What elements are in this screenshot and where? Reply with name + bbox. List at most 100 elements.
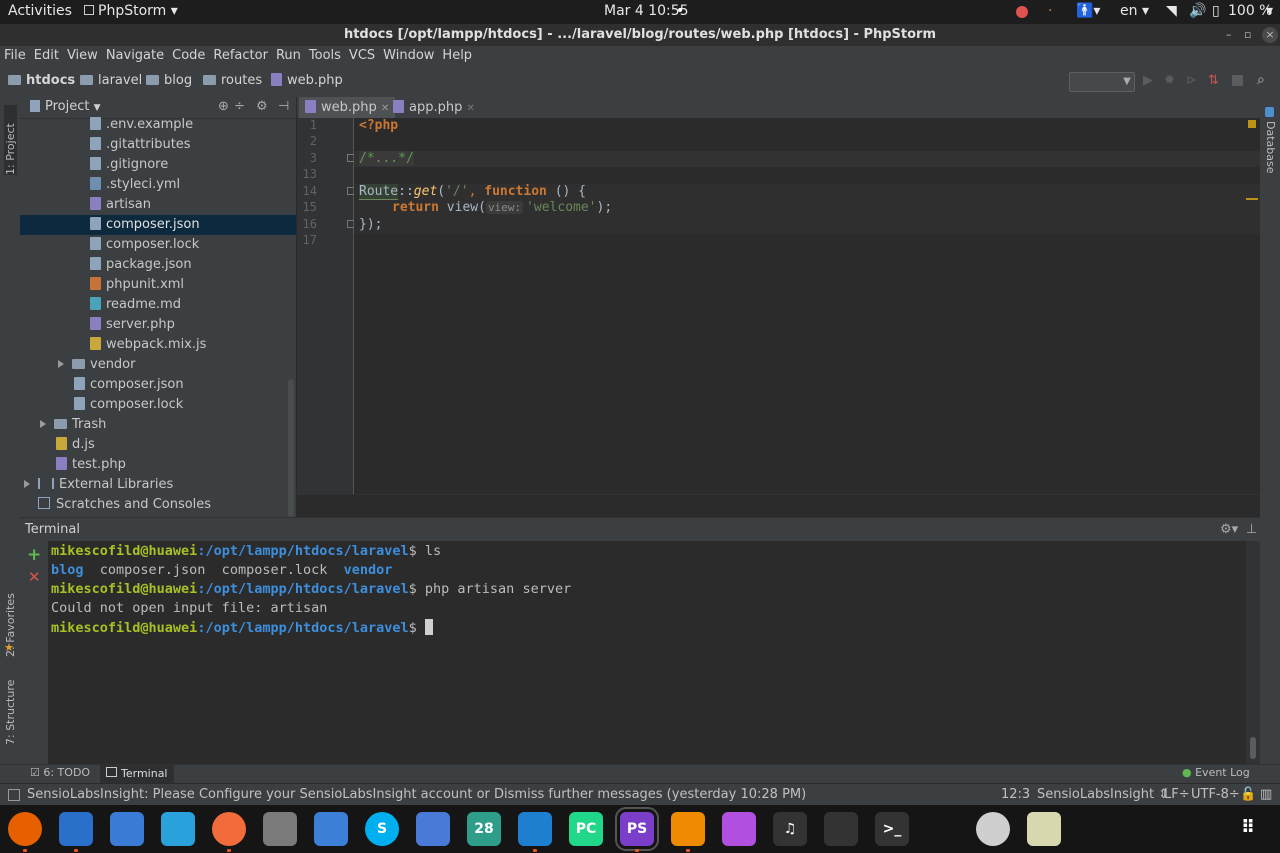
inspection-status-icon[interactable] [1248, 120, 1256, 128]
system-menu-icon[interactable]: ▾ [1266, 3, 1273, 19]
phpstorm-icon[interactable]: PS [615, 807, 659, 851]
close-session-icon[interactable]: ✕ [28, 568, 41, 586]
terminal-scrollbar[interactable] [1246, 541, 1260, 764]
tree-item-scratches[interactable]: Scratches and Consoles [38, 495, 211, 515]
search-icon[interactable]: ⌕ [1257, 72, 1265, 88]
app-menu[interactable]: PhpStorm ▾ [84, 3, 178, 19]
activities-button[interactable]: Activities [8, 3, 72, 19]
firefox-icon[interactable] [8, 812, 42, 846]
profiler-icon[interactable]: ⇅ [1208, 73, 1219, 88]
pycharm-icon[interactable]: PC [569, 812, 603, 846]
line-separator-widget[interactable]: LF÷ [1164, 787, 1190, 802]
lock-icon[interactable]: 🔓 [1240, 787, 1256, 802]
gear-icon[interactable]: ⚙ [256, 99, 268, 114]
warning-stripe-mark[interactable] [1246, 198, 1258, 200]
music-icon[interactable]: ♫ [773, 812, 807, 846]
breadcrumb-laravel[interactable]: laravel [80, 73, 142, 88]
files-icon[interactable] [110, 812, 144, 846]
menu-edit[interactable]: Edit [30, 46, 63, 66]
project-tool-tab[interactable]: 1: Project [4, 105, 17, 175]
tree-item-gitignore[interactable]: .gitignore [90, 155, 168, 175]
simplenote-icon[interactable] [314, 812, 348, 846]
tree-item-vendor[interactable]: vendor [58, 355, 135, 375]
menu-run[interactable]: Run [272, 46, 305, 66]
tree-item-artisan[interactable]: artisan [90, 195, 151, 215]
menu-window[interactable]: Window [379, 46, 438, 66]
plugin-widget[interactable]: SensioLabsInsight ⇕ [1037, 787, 1169, 802]
tree-item-styleci[interactable]: .styleci.yml [90, 175, 180, 195]
volume-icon[interactable]: 🔊 [1189, 3, 1206, 19]
collapse-all-icon[interactable]: ÷ [234, 99, 245, 114]
menu-navigate[interactable]: Navigate [102, 46, 168, 66]
gear-icon[interactable]: ⚙▾ [1220, 522, 1238, 537]
terminal-output[interactable]: mikescofild@huawei:/opt/lampp/htdocs/lar… [48, 541, 1246, 764]
minimize-icon[interactable]: – [1226, 24, 1232, 46]
tree-item-webpack-mix[interactable]: webpack.mix.js [90, 335, 206, 355]
tree-item-package-json[interactable]: package.json [90, 255, 192, 275]
scroll-from-source-icon[interactable]: ⊕ [218, 99, 229, 114]
debug-icon[interactable]: ✹ [1164, 73, 1175, 88]
coverage-icon[interactable]: ⊳ [1186, 73, 1197, 88]
settings-icon[interactable] [263, 812, 297, 846]
terminal-icon[interactable]: >_ [875, 812, 909, 846]
memory-indicator-icon[interactable]: ▥ [1260, 787, 1272, 802]
hide-panel-icon[interactable]: ⊥ [1246, 522, 1257, 537]
breadcrumb-htdocs[interactable]: htdocs [8, 73, 75, 88]
system-monitor-icon[interactable] [824, 812, 858, 846]
thunderbird-icon[interactable] [59, 812, 93, 846]
tab-web-php[interactable]: web.php ✕ [299, 97, 396, 120]
caret-position[interactable]: 12:3 [1001, 787, 1030, 802]
event-log-tool-tab[interactable]: ● Event Log [1182, 766, 1250, 779]
expand-arrow-icon[interactable] [58, 360, 64, 368]
code-editor[interactable]: <?php /*...*/ Route::get('/', function (… [354, 118, 1260, 494]
expand-arrow-icon[interactable] [24, 480, 30, 488]
tree-item-external-libraries[interactable]: External Libraries [24, 475, 173, 495]
menu-view[interactable]: View [63, 46, 102, 66]
stop-icon[interactable] [1232, 75, 1243, 86]
tasks-icon[interactable] [416, 812, 450, 846]
database-tool-tab[interactable]: Database [1264, 121, 1277, 174]
menu-tools[interactable]: Tools [305, 46, 345, 66]
terminal-cursor[interactable] [424, 619, 433, 635]
menu-file[interactable]: File [0, 46, 30, 66]
accessibility-icon[interactable]: 🚹▾ [1076, 3, 1100, 19]
encoding-widget[interactable]: UTF-8÷ [1191, 787, 1240, 802]
tree-item-d-js[interactable]: d.js [56, 435, 95, 455]
hide-panel-icon[interactable]: ⊣ [278, 99, 289, 114]
code-line-3-folded[interactable]: /*...*/ [359, 151, 414, 166]
skype-icon[interactable]: S [365, 812, 399, 846]
wifi-icon[interactable]: ◥ [1166, 3, 1177, 19]
project-view-selector[interactable]: Project ▼ [45, 99, 101, 114]
menu-code[interactable]: Code [168, 46, 209, 66]
language-selector[interactable]: en ▾ [1120, 3, 1149, 19]
postman-icon[interactable] [212, 812, 246, 846]
close-tab-icon[interactable]: ✕ [467, 103, 475, 114]
show-applications-icon[interactable]: ⠿ [1241, 817, 1256, 838]
battery-icon[interactable]: ▯ [1212, 3, 1220, 19]
structure-tool-tab[interactable]: 7: Structure [4, 675, 17, 745]
tree-item-gitattributes[interactable]: .gitattributes [90, 135, 191, 155]
tab-app-php[interactable]: app.php ✕ [387, 97, 481, 118]
todo-tool-tab[interactable]: ☑ 6: TODO [30, 766, 90, 779]
breadcrumb-routes[interactable]: routes [203, 73, 262, 88]
tree-item-env-example[interactable]: .env.example [90, 115, 193, 135]
tree-item-composer-lock[interactable]: composer.lock [90, 235, 199, 255]
run-configuration-select[interactable]: ▼ [1069, 72, 1135, 92]
help-icon[interactable] [976, 812, 1010, 846]
tree-item-readme[interactable]: readme.md [90, 295, 181, 315]
menu-vcs[interactable]: VCS [345, 46, 379, 66]
notes-icon[interactable] [1027, 812, 1061, 846]
terminal-tool-tab[interactable]: Terminal [100, 765, 174, 784]
tree-item-root-composer-json[interactable]: composer.json [74, 375, 184, 395]
tree-item-root-composer-lock[interactable]: composer.lock [74, 395, 183, 415]
breadcrumb-web-php[interactable]: web.php [271, 73, 343, 88]
toggle-tool-windows-icon[interactable] [8, 789, 20, 801]
menu-refactor[interactable]: Refactor [209, 46, 272, 66]
breadcrumb-blog[interactable]: blog [146, 73, 192, 88]
record-indicator-icon[interactable] [1016, 6, 1028, 18]
tree-item-phpunit-xml[interactable]: phpunit.xml [90, 275, 184, 295]
kite-icon[interactable] [722, 812, 756, 846]
expand-arrow-icon[interactable] [40, 420, 46, 428]
vscode-icon[interactable] [518, 812, 552, 846]
tree-item-trash[interactable]: Trash [40, 415, 106, 435]
